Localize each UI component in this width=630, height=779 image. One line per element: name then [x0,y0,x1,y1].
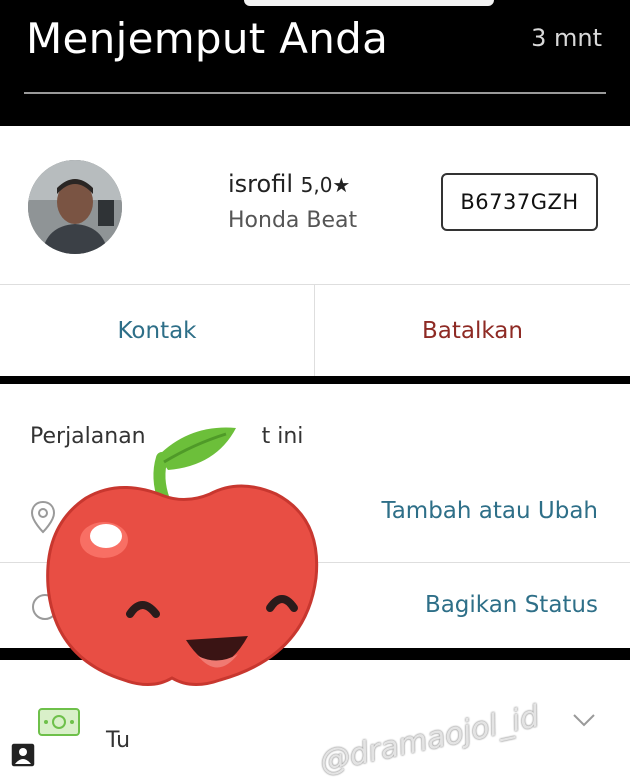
payment-method-label[interactable]: Tu [106,728,130,753]
instagram-user-icon [10,742,36,772]
header-divider [24,92,606,94]
driver-name-row: isrofil 5,0★ [228,170,350,198]
driver-rating: 5,0★ [300,173,351,197]
driver-card: isrofil 5,0★ Honda Beat B6737GZH Kontak … [0,126,630,376]
driver-avatar[interactable] [28,160,122,254]
status-notch [244,0,494,6]
license-plate: B6737GZH [441,173,598,231]
vehicle-model: Honda Beat [228,208,358,233]
divider [0,284,630,285]
contact-button[interactable]: Kontak [0,286,314,376]
chevron-down-icon[interactable] [572,712,596,731]
apple-sticker-icon [40,418,380,692]
top-bar: Menjemput Anda 3 mnt [0,0,630,122]
eta-label: 3 mnt [531,24,602,52]
page-title: Menjemput Anda [26,14,389,63]
share-status-button[interactable]: Bagikan Status [425,592,598,618]
add-or-change-destination-button[interactable]: Tambah atau Ubah [381,498,598,524]
cash-icon [38,708,80,740]
driver-name: isrofil [228,170,293,198]
cancel-button[interactable]: Batalkan [315,286,630,376]
